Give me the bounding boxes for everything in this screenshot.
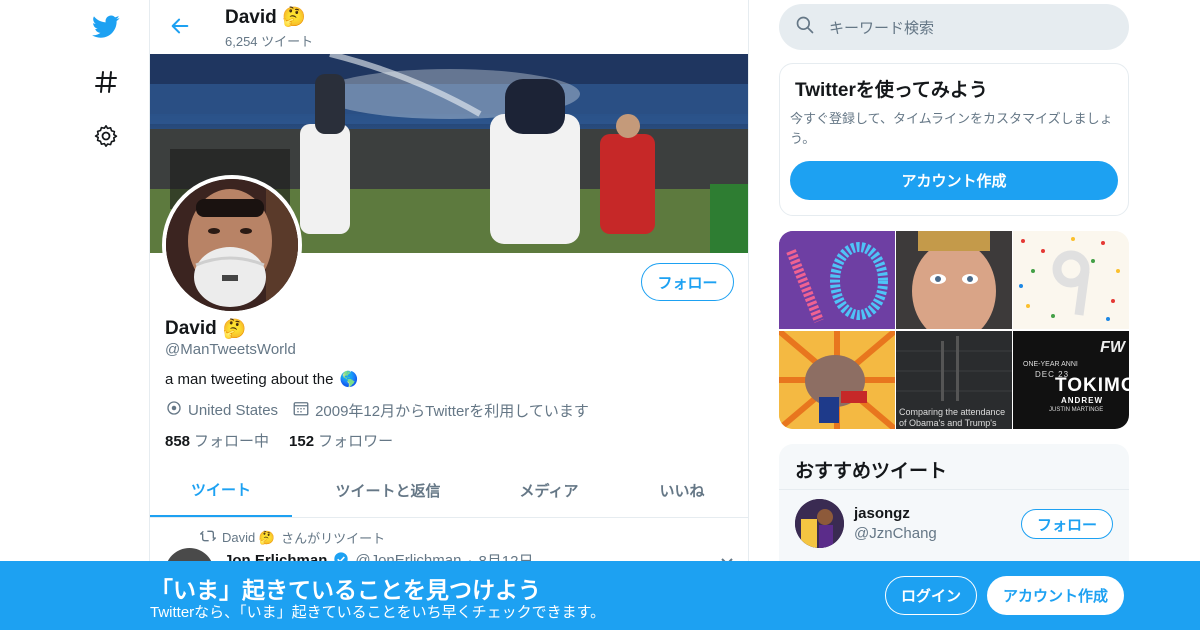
login-button[interactable]: ログイン [885,576,977,615]
tweet-count: 6,254 ツイート [225,34,314,49]
profile-meta: United States 2009年12月からTwitterを利用しています [165,399,603,421]
media-tile[interactable]: FW ONE-YEAR ANNI DEC 23 TOKIMO ANDREW JU… [1013,331,1129,429]
profile-name: David 🤔 [165,317,246,341]
recommended-title: おすすめツイート [795,461,948,482]
signup-card: Twitterを使ってみよう 今すぐ登録して、タイムラインをカスタマイズしましょ… [779,63,1129,216]
media-tile[interactable] [779,331,895,429]
media-tile[interactable] [1013,231,1129,329]
search-icon [795,15,815,40]
media-tile-logo: FW [1100,339,1125,356]
profile-handle: @ManTweetsWorld [165,341,296,358]
profile-header-bar: David 🤔 6,254 ツイート [150,0,748,54]
profile-name-text: David [165,318,217,339]
header-name-text: David [225,7,277,28]
location-pin-icon [165,399,183,421]
tab-media[interactable]: メディア [484,463,614,517]
media-tile-text: JUSTIN MARTINGE [1049,407,1104,413]
signup-banner-title: 「いま」起きていることを見つけよう [150,577,541,603]
twitter-logo-icon[interactable] [92,13,120,41]
signup-card-title: Twitterを使ってみよう [795,80,988,101]
following-stat[interactable]: 858 フォロー中 [165,430,269,451]
recommended-user-name[interactable]: jasongz [854,505,910,522]
media-tile-text: ANDREW [1061,396,1103,405]
search-input[interactable]: キーワード検索 [779,4,1129,50]
divider [779,489,1129,490]
media-tile-text: TOKIMO [1055,375,1129,396]
profile-column: David 🤔 6,254 ツイート フォロー David 🤔 @ManTwee… [149,0,749,630]
signup-card-description: 今すぐ登録して、タイムラインをカスタマイズしましょう。 [790,111,1113,146]
thinking-emoji-icon: 🤔 [258,529,276,545]
profile-bio: a man tweeting about the 🌎 [165,370,359,389]
followers-label: フォロワー [318,433,394,450]
tab-likes[interactable]: いいね [614,463,748,517]
signup-button[interactable]: アカウント作成 [987,576,1124,615]
thinking-emoji-icon: 🤔 [282,7,306,28]
calendar-icon [292,399,310,421]
location-item: United States [165,399,278,421]
hashtag-icon[interactable] [92,68,120,96]
media-tile[interactable] [779,231,895,329]
profile-avatar[interactable] [162,175,302,315]
globe-emoji-icon: 🌎 [339,371,359,388]
followers-count: 152 [289,433,315,450]
media-tile-text: ONE-YEAR ANNI [1023,361,1078,368]
recommended-user-avatar[interactable] [795,499,844,548]
retweeter-name-text: David [222,529,256,545]
media-tile[interactable]: Comparing the attendance of Obama's and … [896,331,1012,429]
recommended-follow-button[interactable]: フォロー [1021,509,1113,539]
signup-banner: 「いま」起きていることを見つけよう Twitterなら、「いま」起きていることを… [0,561,1200,630]
profile-tabs: ツイート ツイートと返信 メディア いいね [150,463,748,518]
tab-tweets[interactable]: ツイート [150,463,292,517]
media-tile[interactable] [896,231,1012,329]
retweeter-name[interactable]: David 🤔 [222,530,275,546]
page: David 🤔 6,254 ツイート フォロー David 🤔 @ManTwee… [0,0,1200,630]
search-placeholder: キーワード検索 [829,19,935,37]
follow-button[interactable]: フォロー [641,263,734,301]
tab-tweets-and-replies[interactable]: ツイートと返信 [292,463,484,517]
followers-stat[interactable]: 152 フォロワー [289,430,393,451]
recommended-user-handle[interactable]: @JznChang [854,525,937,542]
header-name: David 🤔 [225,5,306,29]
thinking-emoji-icon: 🤔 [222,319,247,340]
following-label: フォロー中 [194,433,270,450]
retweet-icon [200,529,216,546]
gear-icon[interactable] [92,122,120,150]
signup-banner-subtitle: Twitterなら、「いま」起きていることをいち早くチェックできます。 [150,604,606,621]
following-count: 858 [165,433,191,450]
joined-item: 2009年12月からTwitterを利用しています [292,399,589,421]
media-tile-caption: Comparing the attendance of Obama's and … [899,407,1006,428]
retweet-context: David 🤔 さんがリツイート [200,528,385,547]
create-account-button[interactable]: アカウント作成 [790,161,1118,200]
back-arrow-icon[interactable] [164,10,196,42]
media-grid: Comparing the attendance of Obama's and … [779,231,1129,429]
retweet-label: さんがリツイート [281,531,386,546]
joined-text: 2009年12月からTwitterを利用しています [315,402,589,420]
profile-stats: 858 フォロー中 152 フォロワー [165,430,393,451]
location-text: United States [188,401,279,419]
profile-bio-text: a man tweeting about the [165,370,334,388]
